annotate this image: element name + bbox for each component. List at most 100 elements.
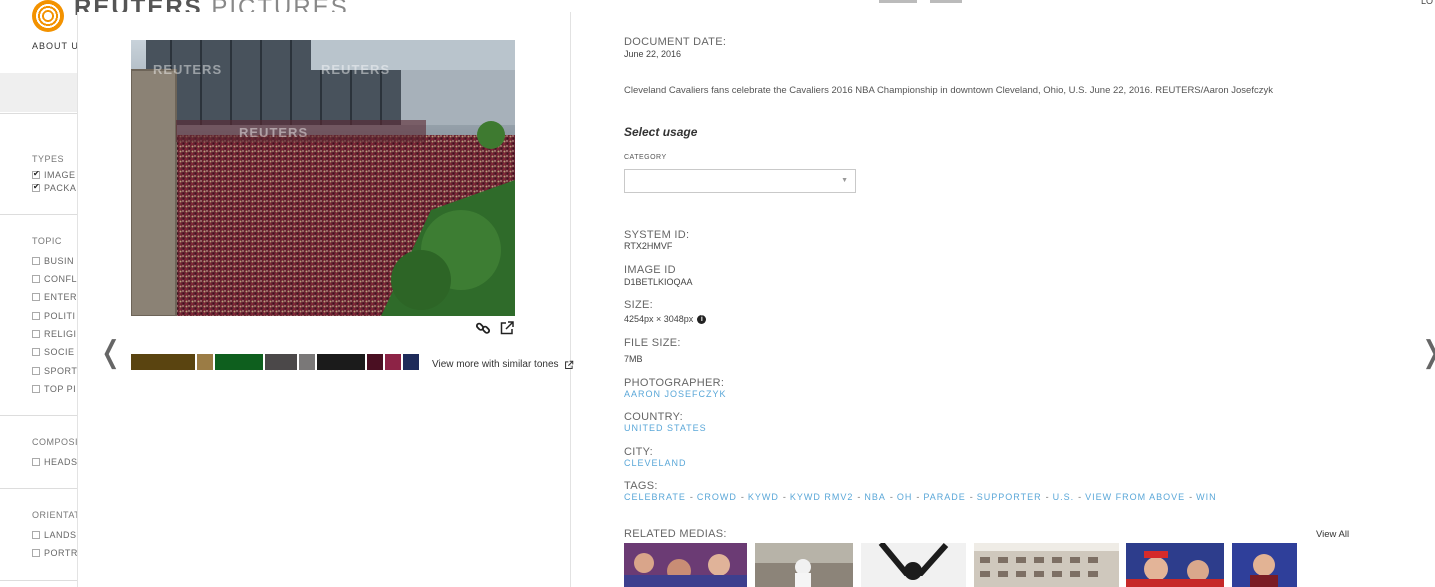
similar-tones-link[interactable]: View more with similar tones (432, 359, 574, 370)
next-arrow-icon[interactable]: ❭ (1419, 338, 1435, 368)
photographer-label: PHOTOGRAPHER: (624, 377, 725, 389)
tag-link[interactable]: U.S. (1053, 492, 1075, 502)
country-label: COUNTRY: (624, 411, 684, 423)
city-label: CITY: (624, 446, 654, 458)
related-thumbnail[interactable] (624, 543, 747, 587)
category-select[interactable]: ▼ (624, 169, 856, 193)
checkbox[interactable] (32, 531, 40, 539)
tag-link[interactable]: SUPPORTER (977, 492, 1042, 502)
photographer-link[interactable]: AARON JOSEFCZYK (624, 389, 727, 399)
select-usage-heading: Select usage (624, 125, 698, 139)
system-id-label: SYSTEM ID: (624, 229, 690, 241)
tag-link[interactable]: CELEBRATE (624, 492, 686, 502)
filter-heading-types: TYPES (32, 154, 65, 164)
header-tab-2[interactable] (930, 0, 962, 3)
document-date-value: June 22, 2016 (624, 49, 682, 59)
divider (0, 214, 77, 215)
filter-topic-item[interactable]: SPORT (32, 366, 77, 376)
related-photo-image (974, 543, 1119, 587)
filter-topic-item[interactable]: BUSIN (32, 256, 74, 266)
filter-topic-item[interactable]: TOP PI (32, 384, 76, 394)
checkbox[interactable] (32, 385, 40, 393)
view-all-link[interactable]: View All (1316, 529, 1349, 540)
filter-orientation-item[interactable]: PORTR (32, 548, 78, 558)
main-photo[interactable]: REUTERS REUTERS REUTERS (131, 40, 515, 316)
checkbox[interactable] (32, 312, 40, 320)
link-icon[interactable] (475, 320, 491, 336)
checkbox[interactable] (32, 348, 40, 356)
divider (0, 415, 77, 416)
related-medias-label: RELATED MEDIAS: (624, 528, 727, 540)
tone-swatch[interactable] (385, 354, 401, 370)
document-date-label: DOCUMENT DATE: (624, 36, 727, 48)
reuters-watermark: REUTERS (153, 62, 223, 77)
filter-heading-composition: COMPOSI (32, 437, 79, 447)
tag-link[interactable]: NBA (864, 492, 886, 502)
related-thumbnail[interactable] (974, 543, 1119, 587)
info-icon[interactable]: i (697, 315, 707, 325)
checkbox[interactable] (32, 169, 40, 179)
tone-swatch[interactable] (131, 354, 195, 370)
related-thumbnail[interactable] (1126, 543, 1224, 587)
tag-link[interactable]: KYWD RMV2 (790, 492, 854, 502)
similar-tones-label: View more with similar tones (432, 359, 559, 370)
tag-link[interactable]: VIEW FROM ABOVE (1085, 492, 1185, 502)
size-label: SIZE: (624, 299, 654, 311)
filter-topic-item[interactable]: SOCIE (32, 347, 75, 357)
checkbox[interactable] (32, 367, 40, 375)
login-link[interactable]: LO (1421, 0, 1433, 6)
filter-search-band (0, 73, 77, 112)
chevron-down-icon: ▼ (841, 177, 848, 184)
tags-label: TAGS: (624, 480, 658, 492)
related-photo-image (624, 543, 747, 587)
filter-topic-item[interactable]: ENTER (32, 292, 77, 302)
checkbox[interactable] (32, 257, 40, 265)
city-link[interactable]: CLEVELAND (624, 458, 687, 468)
filter-composition-item[interactable]: HEADS (32, 457, 78, 467)
crowd-photo-image (131, 40, 515, 316)
tone-swatch[interactable] (403, 354, 419, 370)
filter-heading-topic: TOPIC (32, 236, 62, 246)
reuters-watermark: REUTERS (321, 62, 391, 77)
file-size-value: 7MB (624, 354, 643, 364)
checkbox[interactable] (32, 275, 40, 283)
file-size-label: FILE SIZE: (624, 337, 681, 349)
tone-swatch[interactable] (265, 354, 297, 370)
related-thumbnail[interactable] (755, 543, 853, 587)
tone-swatch[interactable] (299, 354, 315, 370)
related-thumbnail[interactable] (861, 543, 966, 587)
filter-topic-item[interactable]: CONFL (32, 274, 77, 284)
size-row: 4254px × 3048px i (624, 314, 707, 325)
tag-link[interactable]: OH (897, 492, 913, 502)
tag-link[interactable]: CROWD (697, 492, 737, 502)
checkbox[interactable] (32, 458, 40, 466)
filter-topic-item[interactable]: RELIGI (32, 329, 77, 339)
tag-link[interactable]: PARADE (923, 492, 965, 502)
checkbox[interactable] (32, 182, 40, 192)
related-thumbnail[interactable] (1232, 543, 1297, 587)
filter-type-package[interactable]: PACKA (32, 182, 76, 193)
about-link[interactable]: ABOUT U (32, 41, 79, 51)
filter-orientation-item[interactable]: LANDS (32, 530, 77, 540)
header-tab-1[interactable] (879, 0, 917, 3)
country-link[interactable]: UNITED STATES (624, 423, 707, 433)
filter-type-image[interactable]: IMAGE (32, 169, 76, 180)
filter-topic-item[interactable]: POLITI (32, 311, 76, 321)
tone-swatch[interactable] (215, 354, 263, 370)
modal-column-divider (570, 12, 571, 587)
tag-link[interactable]: WIN (1196, 492, 1217, 502)
image-id-value: D1BETLKIOQAA (624, 277, 693, 287)
related-photo-image (755, 543, 853, 587)
previous-arrow-icon[interactable]: ❬ (98, 338, 123, 368)
tone-swatch[interactable] (367, 354, 383, 370)
external-link-icon (564, 360, 573, 369)
checkbox[interactable] (32, 330, 40, 338)
reuters-logo-icon (32, 0, 66, 32)
tag-link[interactable]: KYWD (748, 492, 779, 502)
checkbox[interactable] (32, 549, 40, 557)
tone-swatch[interactable] (197, 354, 213, 370)
tone-swatch[interactable] (317, 354, 365, 370)
external-link-icon[interactable] (499, 320, 515, 336)
category-label: CATEGORY (624, 154, 667, 161)
checkbox[interactable] (32, 293, 40, 301)
